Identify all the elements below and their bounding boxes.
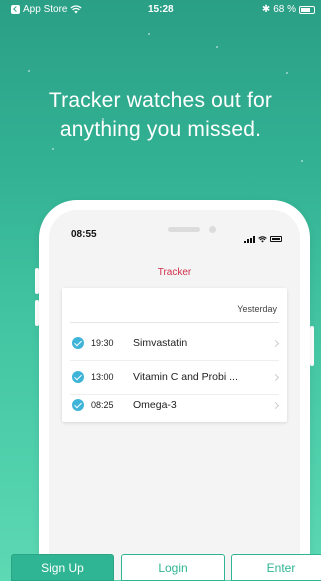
phone-camera bbox=[209, 226, 216, 233]
phone-mockup: 08:55 Tracker Yesterday 19:30 Simvastati… bbox=[39, 200, 310, 580]
chevron-right-icon bbox=[271, 401, 280, 409]
headline-line-1: Tracker watches out for bbox=[48, 89, 273, 112]
wifi-icon bbox=[258, 230, 267, 248]
row-name: Omega-3 bbox=[133, 399, 177, 411]
star-decoration bbox=[28, 70, 30, 72]
bluetooth-icon: ✱ bbox=[261, 4, 271, 15]
chevron-right-icon bbox=[271, 339, 280, 347]
card-header: Yesterday bbox=[237, 304, 277, 314]
back-arrow-icon bbox=[11, 5, 20, 14]
chevron-right-icon bbox=[271, 373, 280, 381]
medication-card: Yesterday 19:30 Simvastatin 13:00 Vitami… bbox=[62, 288, 287, 422]
battery-percent: 68 % bbox=[273, 4, 296, 15]
row-time: 13:00 bbox=[91, 372, 114, 382]
headline-line-2: anything you missed. bbox=[59, 118, 262, 141]
login-button[interactable]: Login bbox=[121, 554, 225, 581]
phone-time: 08:55 bbox=[71, 229, 97, 240]
enter-button[interactable]: Enter bbox=[231, 554, 321, 581]
row-time: 19:30 bbox=[91, 338, 114, 348]
phone-speaker bbox=[168, 227, 200, 232]
phone-status-icons bbox=[244, 230, 282, 248]
star-decoration bbox=[216, 46, 218, 48]
battery-icon bbox=[270, 236, 282, 242]
check-icon bbox=[72, 337, 84, 349]
app-title: Tracker bbox=[157, 267, 192, 278]
battery-icon bbox=[299, 5, 315, 14]
phone-button bbox=[310, 326, 314, 366]
star-decoration bbox=[286, 72, 288, 74]
star-decoration bbox=[301, 160, 303, 162]
medication-row[interactable]: 08:25 Omega-3 bbox=[62, 388, 287, 422]
check-icon bbox=[72, 399, 84, 411]
divider bbox=[70, 322, 279, 323]
headline: Tracker watches out for anything you mis… bbox=[0, 86, 321, 144]
wifi-icon bbox=[70, 5, 83, 14]
star-decoration bbox=[52, 148, 54, 150]
row-time: 08:25 bbox=[91, 400, 114, 410]
back-label: App Store bbox=[23, 4, 68, 15]
row-name: Simvastatin bbox=[133, 337, 188, 349]
signal-icon bbox=[244, 235, 255, 243]
status-time: 15:28 bbox=[148, 4, 174, 15]
star-decoration bbox=[148, 33, 150, 35]
row-name: Vitamin C and Probi ... bbox=[133, 371, 238, 383]
phone-screen: 08:55 Tracker Yesterday 19:30 Simvastati… bbox=[49, 210, 300, 580]
sign-up-button[interactable]: Sign Up bbox=[11, 554, 114, 581]
bottom-button-bar: Sign Up Login Enter bbox=[0, 554, 321, 581]
status-bar: App Store 15:28 ✱ 68 % bbox=[0, 0, 321, 20]
check-icon bbox=[72, 371, 84, 383]
back-to-app-store[interactable]: App Store bbox=[11, 4, 83, 15]
status-right: ✱ 68 % bbox=[262, 4, 315, 15]
medication-row[interactable]: 19:30 Simvastatin bbox=[62, 326, 287, 360]
